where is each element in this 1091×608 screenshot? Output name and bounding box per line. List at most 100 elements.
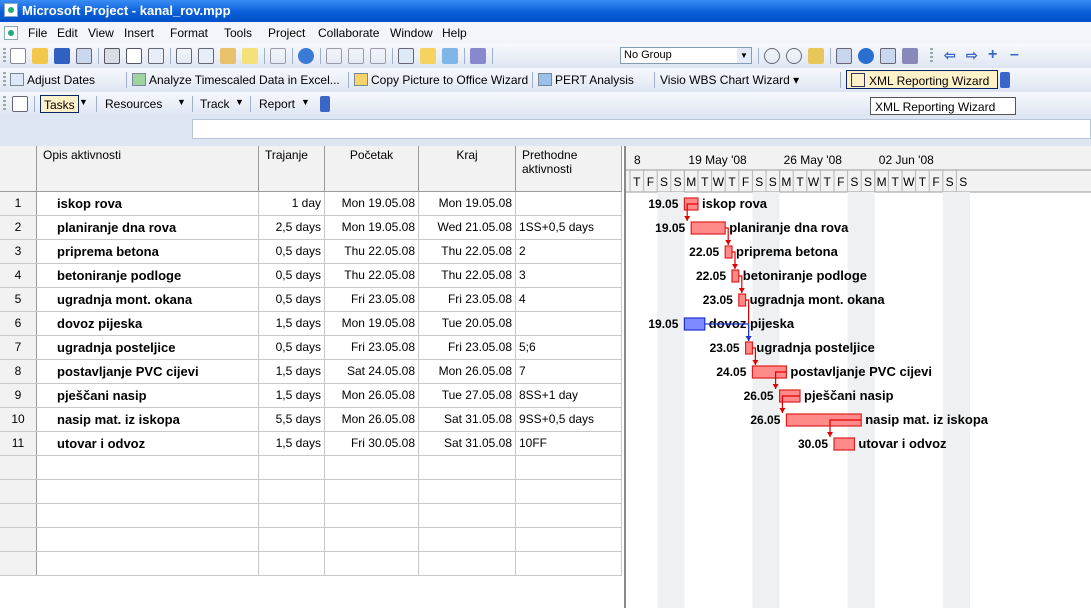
predecessors-cell[interactable] (516, 552, 622, 575)
start-cell[interactable]: Mon 26.05.08 (325, 408, 419, 431)
task-bar[interactable] (833, 437, 855, 451)
predecessors-cell[interactable]: 2 (516, 240, 622, 263)
predecessors-cell[interactable]: 5;6 (516, 336, 622, 359)
predecessors-cell[interactable]: 1SS+0,5 days (516, 216, 622, 239)
finish-cell[interactable]: Sat 31.05.08 (419, 408, 516, 431)
track-button[interactable]: Track (197, 95, 233, 113)
finish-cell[interactable]: Sat 31.05.08 (419, 432, 516, 455)
document-icon[interactable] (4, 26, 18, 40)
help-icon[interactable] (858, 48, 874, 64)
task-name-cell[interactable]: postavljanje PVC cijevi (37, 360, 259, 383)
unlink-tasks-icon[interactable] (348, 48, 364, 64)
duration-cell[interactable]: 1,5 days (259, 312, 325, 335)
row-id[interactable] (0, 480, 37, 503)
duration-cell[interactable]: 1 day (259, 192, 325, 215)
predecessors-cell[interactable] (516, 480, 622, 503)
row-id[interactable] (0, 552, 37, 575)
outdent-plus-icon[interactable]: + (988, 47, 1004, 64)
menu-help[interactable]: Help (442, 26, 467, 40)
duration-cell[interactable]: 2,5 days (259, 216, 325, 239)
project-guide-icon[interactable] (880, 48, 896, 64)
duration-cell[interactable]: 1,5 days (259, 384, 325, 407)
group-by-combo[interactable]: No Group ▼ (620, 47, 752, 64)
task-name-cell[interactable]: iskop rova (37, 192, 259, 215)
task-name-cell[interactable] (37, 456, 259, 479)
table-row[interactable]: 4 betoniranje podloge 0,5 days Thu 22.05.08… (0, 264, 622, 288)
finish-cell[interactable]: Mon 26.05.08 (419, 360, 516, 383)
new-icon[interactable] (10, 48, 26, 64)
duration-cell[interactable]: 0,5 days (259, 288, 325, 311)
menu-edit[interactable]: Edit (57, 26, 78, 40)
table-row[interactable]: 7 ugradnja posteljice 0,5 days Fri 23.05.08… (0, 336, 622, 360)
finish-cell[interactable] (419, 456, 516, 479)
predecessors-cell[interactable] (516, 504, 622, 527)
report-dropdown-icon[interactable]: ▼ (298, 95, 313, 113)
format-painter-icon[interactable] (242, 48, 258, 64)
predecessors-cell[interactable]: 9SS+0,5 days (516, 408, 622, 431)
task-name-cell[interactable]: betoniranje podloge (37, 264, 259, 287)
task-bar[interactable] (731, 269, 740, 283)
task-notes-icon[interactable] (420, 48, 436, 64)
finish-cell[interactable] (419, 552, 516, 575)
copy-icon[interactable] (198, 48, 214, 64)
table-row[interactable]: 2 planiranje dna rova 2,5 days Mon 19.05.08… (0, 216, 622, 240)
row-id[interactable] (0, 528, 37, 551)
zoom-out-icon[interactable] (786, 48, 802, 64)
table-row[interactable]: 5 ugradnja mont. okana 0,5 days Fri 23.05.0… (0, 288, 622, 312)
start-cell[interactable] (325, 528, 419, 551)
cut-icon[interactable] (176, 48, 192, 64)
duration-cell[interactable] (259, 504, 325, 527)
finish-cell[interactable]: Wed 21.05.08 (419, 216, 516, 239)
report-button[interactable]: Report (256, 95, 298, 113)
duration-cell[interactable]: 1,5 days (259, 360, 325, 383)
scroll-to-task-icon[interactable] (808, 48, 824, 64)
task-name-cell[interactable]: utovar i odvoz (37, 432, 259, 455)
tasks-button[interactable]: Tasks (40, 95, 79, 113)
start-cell[interactable] (325, 504, 419, 527)
predecessors-cell[interactable] (516, 528, 622, 551)
arrow-left-icon[interactable]: ⇦ (944, 48, 960, 64)
print-icon[interactable] (104, 48, 120, 64)
start-cell[interactable]: Mon 19.05.08 (325, 312, 419, 335)
copy-picture-wizard-button[interactable]: Copy Picture to Office Wizard (354, 73, 528, 87)
column-header-start[interactable]: Početak (325, 146, 419, 192)
table-row[interactable]: 8 postavljanje PVC cijevi 1,5 days Sat 24.0… (0, 360, 622, 384)
table-row[interactable]: 11 utovar i odvoz 1,5 days Fri 30.05.08 Sat … (0, 432, 622, 456)
analyze-excel-button[interactable]: Analyze Timescaled Data in Excel... (132, 73, 340, 87)
xml-reporting-wizard-button[interactable]: XML Reporting Wizard (846, 70, 998, 89)
row-id[interactable]: 1 (0, 192, 37, 215)
chevron-down-icon[interactable]: ▼ (737, 48, 751, 63)
publish-icon[interactable] (470, 48, 486, 64)
guide-toggle-icon[interactable] (12, 96, 28, 112)
row-id[interactable]: 3 (0, 240, 37, 263)
menu-format[interactable]: Format (170, 26, 208, 40)
predecessors-cell[interactable] (516, 312, 622, 335)
table-row[interactable] (0, 528, 622, 552)
column-header-duration[interactable]: Trajanje (259, 146, 325, 192)
table-row[interactable]: 1 iskop rova 1 day Mon 19.05.08 Mon 19.05.08 (0, 192, 622, 216)
paste-icon[interactable] (220, 48, 236, 64)
duration-cell[interactable]: 0,5 days (259, 240, 325, 263)
tasks-dropdown-icon[interactable]: ▼ (76, 95, 91, 113)
finish-cell[interactable]: Mon 19.05.08 (419, 192, 516, 215)
table-row[interactable]: 3 priprema betona 0,5 days Thu 22.05.08 Thu … (0, 240, 622, 264)
predecessors-cell[interactable] (516, 456, 622, 479)
task-name-cell[interactable]: nasip mat. iz iskopa (37, 408, 259, 431)
task-name-cell[interactable]: planiranje dna rova (37, 216, 259, 239)
menu-view[interactable]: View (88, 26, 114, 40)
task-name-cell[interactable]: ugradnja posteljice (37, 336, 259, 359)
visio-wbs-button[interactable]: Visio WBS Chart Wizard ▾ (660, 73, 799, 87)
link-tasks-icon[interactable] (326, 48, 342, 64)
table-row[interactable]: 9 pješčani nasip 1,5 days Mon 26.05.08 Tue 2… (0, 384, 622, 408)
arrow-right-icon[interactable]: ⇨ (966, 48, 982, 64)
column-header-name[interactable]: Opis aktivnosti (37, 146, 259, 192)
task-name-cell[interactable]: priprema betona (37, 240, 259, 263)
start-cell[interactable]: Fri 23.05.08 (325, 336, 419, 359)
open-icon[interactable] (32, 48, 48, 64)
menu-project[interactable]: Project (268, 26, 305, 40)
task-name-cell[interactable]: ugradnja mont. okana (37, 288, 259, 311)
table-row[interactable] (0, 480, 622, 504)
duration-cell[interactable]: 0,5 days (259, 336, 325, 359)
menu-tools[interactable]: Tools (224, 26, 252, 40)
spelling-icon[interactable] (148, 48, 164, 64)
